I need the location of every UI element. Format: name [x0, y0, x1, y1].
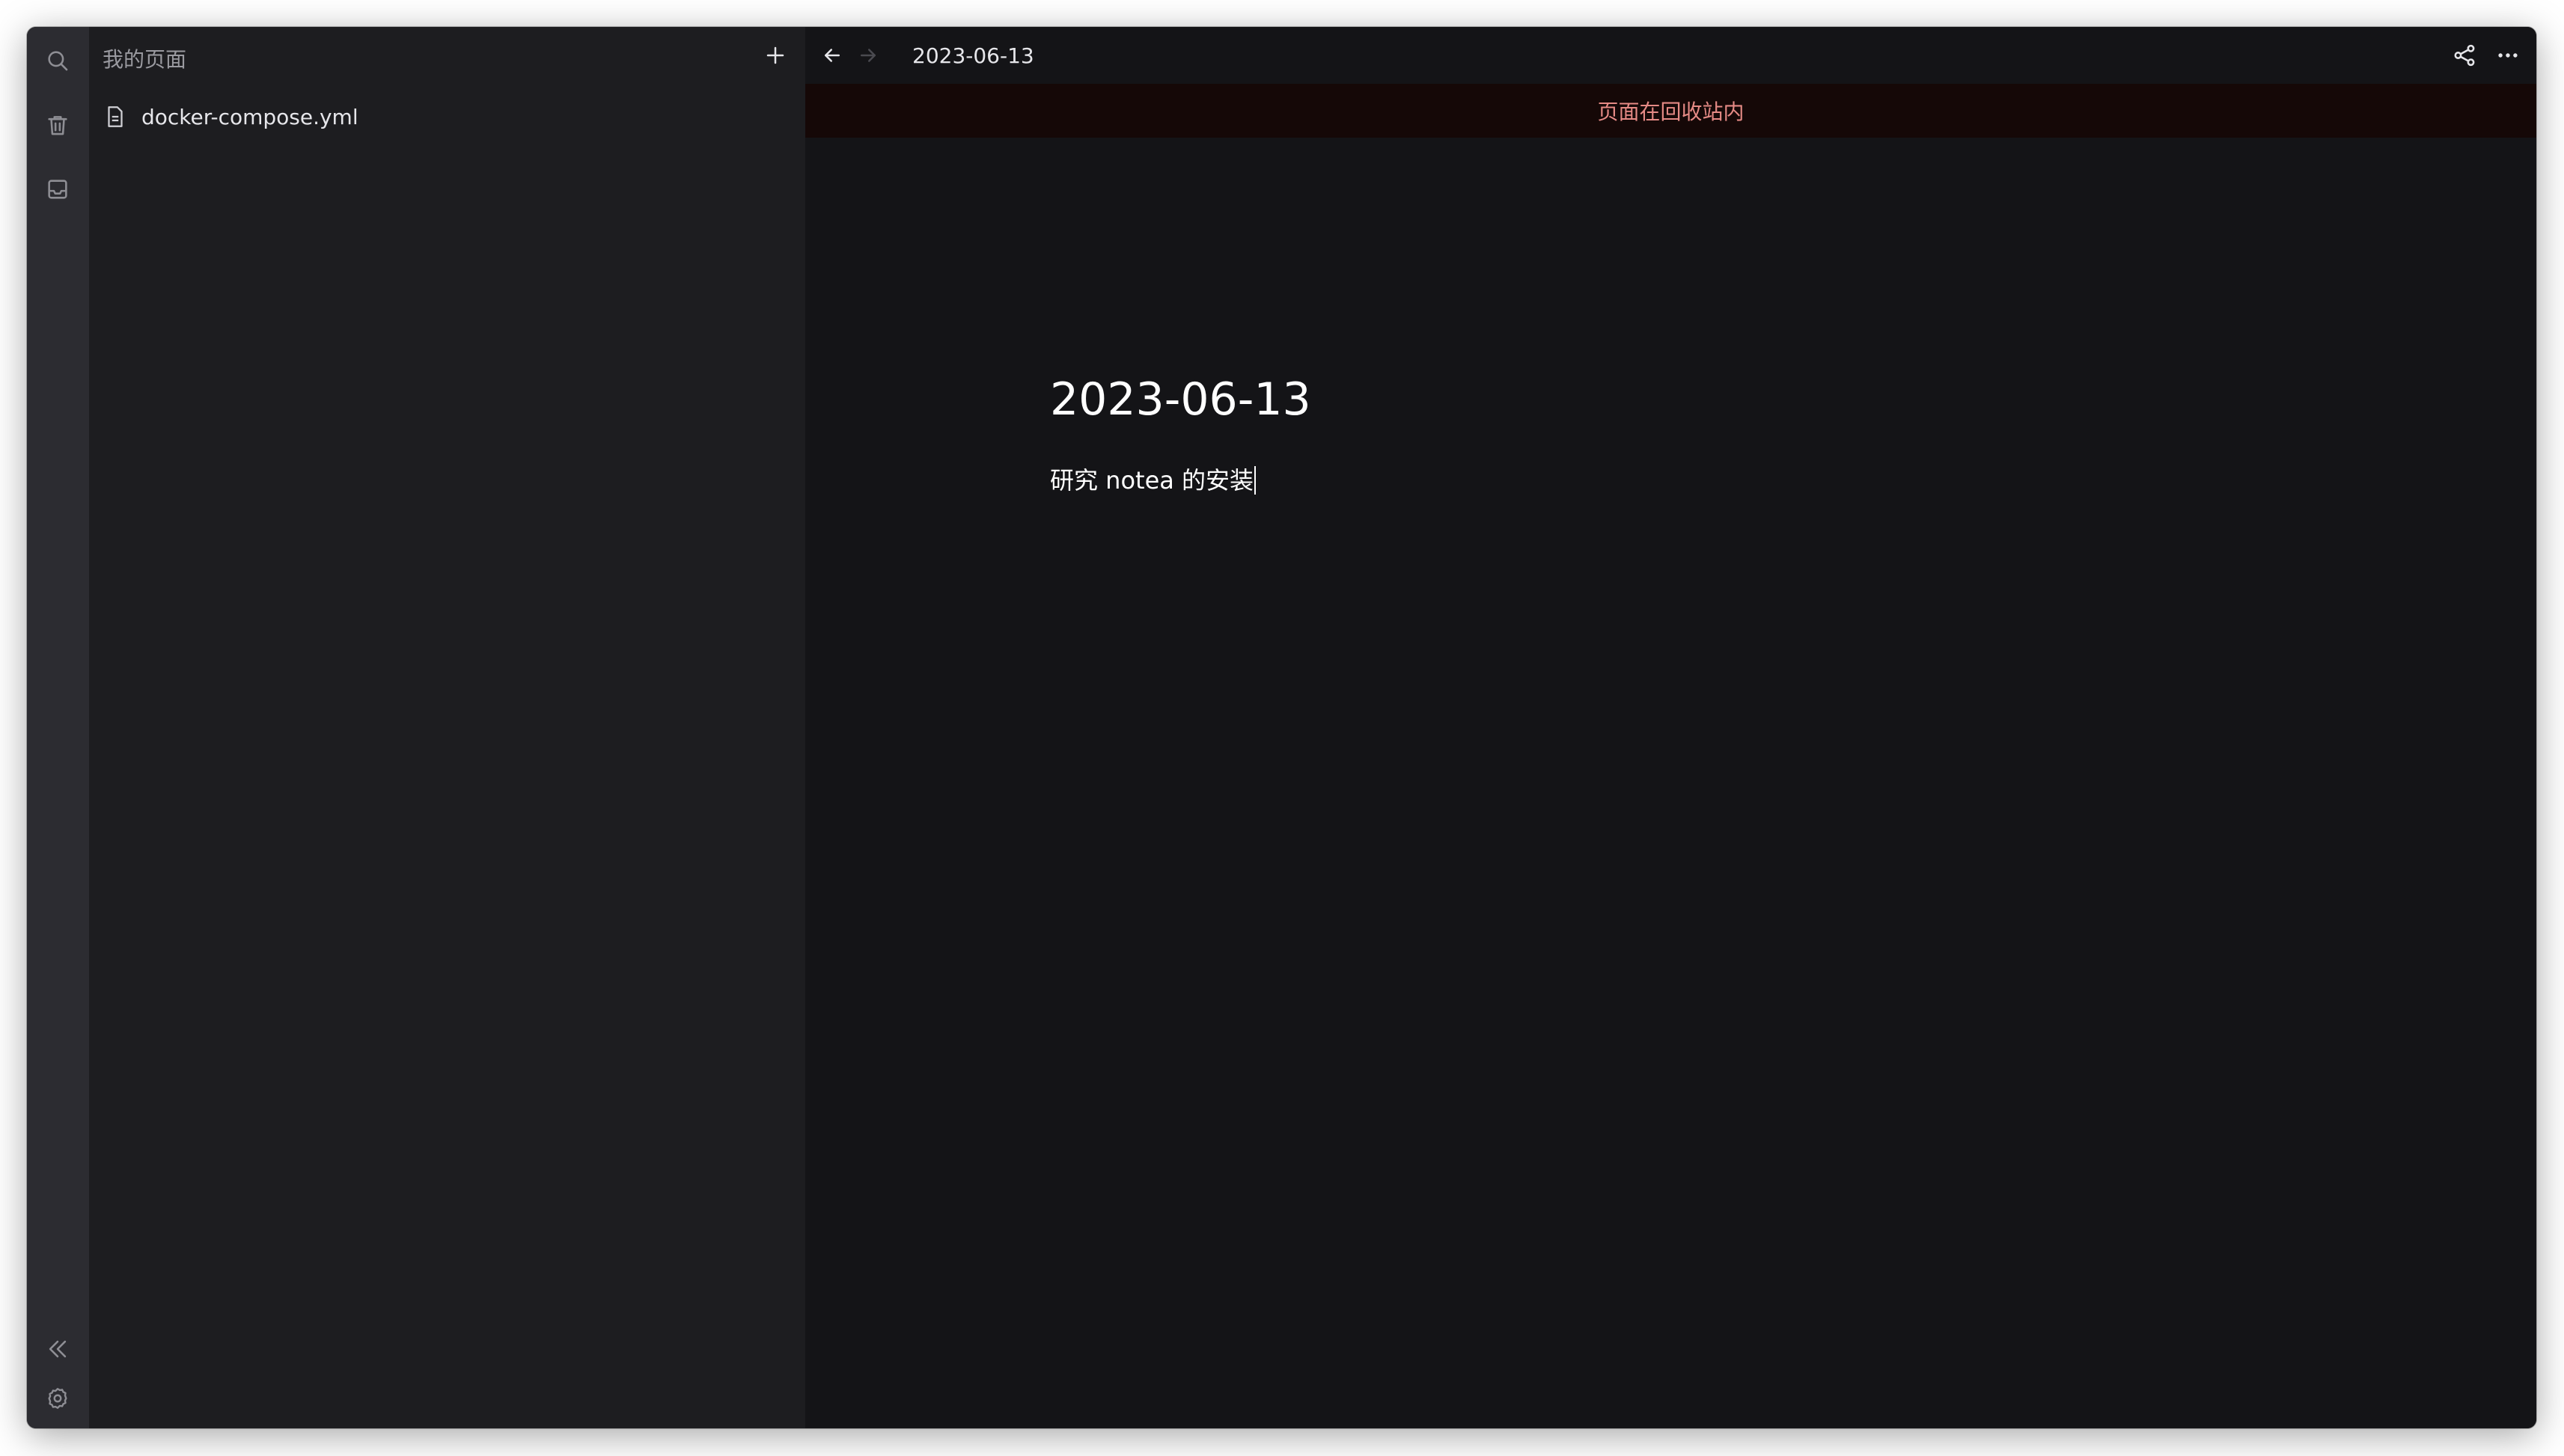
arrow-right-icon: [861, 49, 876, 62]
file-icon: [108, 106, 123, 127]
trash-button[interactable]: [40, 108, 75, 142]
more-horizontal-icon: [2498, 53, 2518, 58]
page-title[interactable]: 2023-06-13: [1050, 373, 2387, 426]
plus-icon: [766, 46, 784, 64]
sidebar: 我的页面 docker-compose.yml: [89, 27, 805, 1428]
settings-icon: [48, 1388, 67, 1409]
arrow-left-icon: [825, 49, 840, 62]
settings-button[interactable]: [40, 1381, 75, 1416]
back-button[interactable]: [817, 40, 847, 70]
inbox-icon: [48, 180, 67, 199]
collapse-sidebar-button[interactable]: [40, 1332, 75, 1366]
breadcrumb[interactable]: 2023-06-13: [912, 43, 1034, 68]
app-window: 我的页面 docker-compose.yml 2023-06-13 页面在回收…: [27, 27, 2536, 1428]
sidebar-title: 我的页面: [103, 47, 187, 72]
sidebar-item-docker-compose[interactable]: docker-compose.yml: [103, 96, 358, 138]
share-icon: [2454, 44, 2475, 67]
trash-notice-banner: 页面在回收站内: [805, 84, 2536, 138]
editor[interactable]: 2023-06-13 研究 notea 的安装: [1050, 373, 2387, 498]
top-bar: 2023-06-13: [805, 27, 2536, 84]
share-button[interactable]: [2448, 39, 2481, 72]
forward-button[interactable]: [853, 40, 883, 70]
sidebar-header: 我的页面: [89, 27, 805, 84]
trash-notice-text: 页面在回收站内: [1597, 100, 1745, 124]
main-panel: 2023-06-13 页面在回收站内 2023-06-13 研究 notea 的…: [805, 27, 2536, 1428]
page-body[interactable]: 研究 notea 的安装: [1050, 464, 2387, 498]
inbox-button[interactable]: [40, 172, 75, 207]
add-page-button[interactable]: [760, 40, 790, 70]
trash-icon: [48, 116, 67, 135]
icon-rail: [27, 27, 89, 1428]
search-button[interactable]: [40, 43, 75, 78]
sidebar-item-label: docker-compose.yml: [141, 104, 358, 129]
collapse-sidebar-icon: [49, 1340, 67, 1358]
text-cursor: [1254, 466, 1257, 495]
more-options-button[interactable]: [2491, 39, 2524, 72]
page-body-text[interactable]: 研究 notea 的安装: [1050, 464, 1254, 498]
search-icon: [48, 51, 68, 71]
